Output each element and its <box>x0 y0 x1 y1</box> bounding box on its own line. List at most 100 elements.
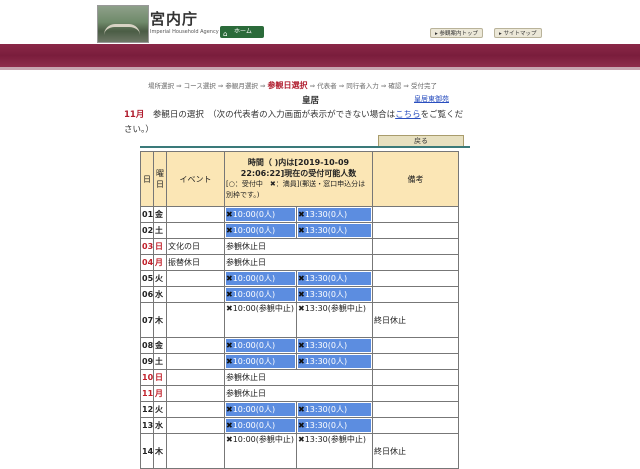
event-cell <box>166 433 225 469</box>
slot-afternoon[interactable]: ✖13:30(0人) <box>295 222 374 239</box>
header-day: 日 <box>140 151 154 207</box>
header-event: イベント <box>166 151 225 207</box>
table-row: 09 土 ✖10:00(0人) ✖13:30(0人) <box>140 353 460 370</box>
weekday-cell: 水 <box>153 286 167 303</box>
breadcrumb: 場所選択 ⇒ コース選択 ⇒ 参観月選択 ⇒ 参観日選択 ⇒ 代表者 ⇒ 同行者… <box>148 80 437 91</box>
full-icon: ✖ <box>298 304 305 313</box>
full-icon: ✖ <box>298 274 305 283</box>
weekday-cell: 水 <box>153 417 167 434</box>
slot-morning[interactable]: ✖10:00(0人) <box>224 222 297 239</box>
slot-morning[interactable]: ✖10:00(0人) <box>224 417 297 434</box>
closed-cell: 参観休止日 <box>223 238 374 255</box>
slot-label: 10:00(0人) <box>232 226 276 235</box>
crumb-rep: 代表者 <box>317 82 337 90</box>
slot-afternoon[interactable]: ✖13:30(0人) <box>295 206 374 223</box>
event-cell <box>166 401 225 418</box>
instruction-paren: （次の代表者の入力画面が表示ができない場合は <box>212 110 396 120</box>
slot-label: 13:30(0人) <box>304 405 348 414</box>
slot-morning: ✖10:00(参観中止) <box>224 433 297 469</box>
weekday-cell: 金 <box>153 337 167 354</box>
slot-morning[interactable]: ✖10:00(0人) <box>224 401 297 418</box>
event-cell <box>166 286 225 303</box>
slot-morning[interactable]: ✖10:00(0人) <box>224 270 297 287</box>
weekday-cell: 土 <box>153 353 167 370</box>
header-remarks: 備考 <box>372 151 460 207</box>
table-row: 01 金 ✖10:00(0人) ✖13:30(0人) <box>140 206 460 223</box>
remark-cell <box>372 238 460 255</box>
slot-label: 10:00(0人) <box>232 405 276 414</box>
slot-label: 10:00(0人) <box>232 341 276 350</box>
slot-morning[interactable]: ✖10:00(0人) <box>224 206 297 223</box>
slot-afternoon[interactable]: ✖13:30(0人) <box>295 286 374 303</box>
remark-cell <box>372 254 460 271</box>
page-subtitle: 皇居 <box>302 96 320 106</box>
site-logo-photo[interactable] <box>97 5 149 43</box>
slot-morning[interactable]: ✖10:00(0人) <box>224 286 297 303</box>
home-button-label: ホーム <box>234 28 252 35</box>
slot-label: 13:30(0人) <box>304 421 348 430</box>
day-cell: 14 <box>140 433 154 469</box>
slot-afternoon[interactable]: ✖13:30(0人) <box>295 401 374 418</box>
day-cell: 04 <box>140 254 154 271</box>
table-row: 14 木 ✖10:00(参観中止) ✖13:30(参観中止) 終日休止 <box>140 433 460 469</box>
full-icon: ✖ <box>298 435 305 444</box>
higashi-gyoen-link[interactable]: 皇居東御苑 <box>414 94 449 104</box>
slot-morning[interactable]: ✖10:00(0人) <box>224 337 297 354</box>
site-title[interactable]: 宮内庁 <box>150 8 198 29</box>
slot-label: 13:30(0人) <box>304 274 348 283</box>
sitemap-button[interactable]: ▸ サイトマップ <box>494 28 542 38</box>
full-icon: ✖ <box>226 421 233 430</box>
full-icon: ✖ <box>226 210 233 219</box>
day-cell: 10 <box>140 369 154 386</box>
home-icon: ⌂ <box>223 30 228 38</box>
crumb-sep: ⇒ <box>176 82 182 90</box>
event-cell <box>166 385 225 402</box>
slot-label: 13:30(0人) <box>304 341 348 350</box>
visit-top-label: 参観案内トップ <box>439 31 479 37</box>
slot-afternoon[interactable]: ✖13:30(0人) <box>295 270 374 287</box>
instruction-text: 11月 参観日の選択 （次の代表者の入力画面が表示ができない場合はこちらをご覧く… <box>124 108 469 138</box>
section-divider <box>140 146 470 148</box>
visit-top-button[interactable]: ▸ 参観案内トップ <box>430 28 484 38</box>
slot-afternoon[interactable]: ✖13:30(0人) <box>295 417 374 434</box>
slot-label: 10:00(参観中止) <box>232 304 294 313</box>
table-row: 08 金 ✖10:00(0人) ✖13:30(0人) <box>140 337 460 354</box>
table-row: 13 水 ✖10:00(0人) ✖13:30(0人) <box>140 417 460 434</box>
here-link[interactable]: こちら <box>395 110 421 120</box>
closed-cell: 参観休止日 <box>223 385 374 402</box>
table-row: 11 月 参観休止日 <box>140 385 460 402</box>
full-icon: ✖ <box>226 357 233 366</box>
day-cell: 13 <box>140 417 154 434</box>
crumb-confirm: 確認 <box>388 82 402 90</box>
full-icon: ✖ <box>226 304 233 313</box>
slot-label: 10:00(0人) <box>232 274 276 283</box>
home-button[interactable]: ⌂ ホーム <box>220 26 264 38</box>
slot-afternoon[interactable]: ✖13:30(0人) <box>295 337 374 354</box>
weekday-cell: 土 <box>153 222 167 239</box>
remark-cell <box>372 401 460 418</box>
site-subtitle: Imperial Household Agency <box>150 29 219 35</box>
slot-label: 10:00(0人) <box>232 357 276 366</box>
closed-cell: 参観休止日 <box>223 254 374 271</box>
full-icon: ✖ <box>226 435 233 444</box>
month-label: 11月 <box>124 110 145 120</box>
crumb-companion: 同行者入力 <box>346 82 379 90</box>
full-icon: ✖ <box>226 226 233 235</box>
slot-label: 13:30(0人) <box>304 290 348 299</box>
weekday-cell: 日 <box>153 238 167 255</box>
weekday-cell: 木 <box>153 433 167 469</box>
slot-label: 13:30(0人) <box>304 210 348 219</box>
full-icon: ✖ <box>226 274 233 283</box>
crumb-done: 受付完了 <box>410 82 437 90</box>
site-header: 宮内庁 Imperial Household Agency ⌂ ホーム ▸ 参観案… <box>0 0 640 44</box>
slot-label: 10:00(0人) <box>232 421 276 430</box>
full-icon: ✖ <box>298 290 305 299</box>
slot-label: 10:00(0人) <box>232 290 276 299</box>
slot-afternoon[interactable]: ✖13:30(0人) <box>295 353 374 370</box>
slot-label: 10:00(参観中止) <box>232 435 294 444</box>
table-header-row: 日 曜日 イベント 時間（ )内は[2019-10-09 22:06:22]現在… <box>140 151 460 207</box>
full-icon: ✖ <box>298 341 305 350</box>
table-row: 05 火 ✖10:00(0人) ✖13:30(0人) <box>140 270 460 287</box>
slot-morning[interactable]: ✖10:00(0人) <box>224 353 297 370</box>
full-icon: ✖ <box>298 421 305 430</box>
